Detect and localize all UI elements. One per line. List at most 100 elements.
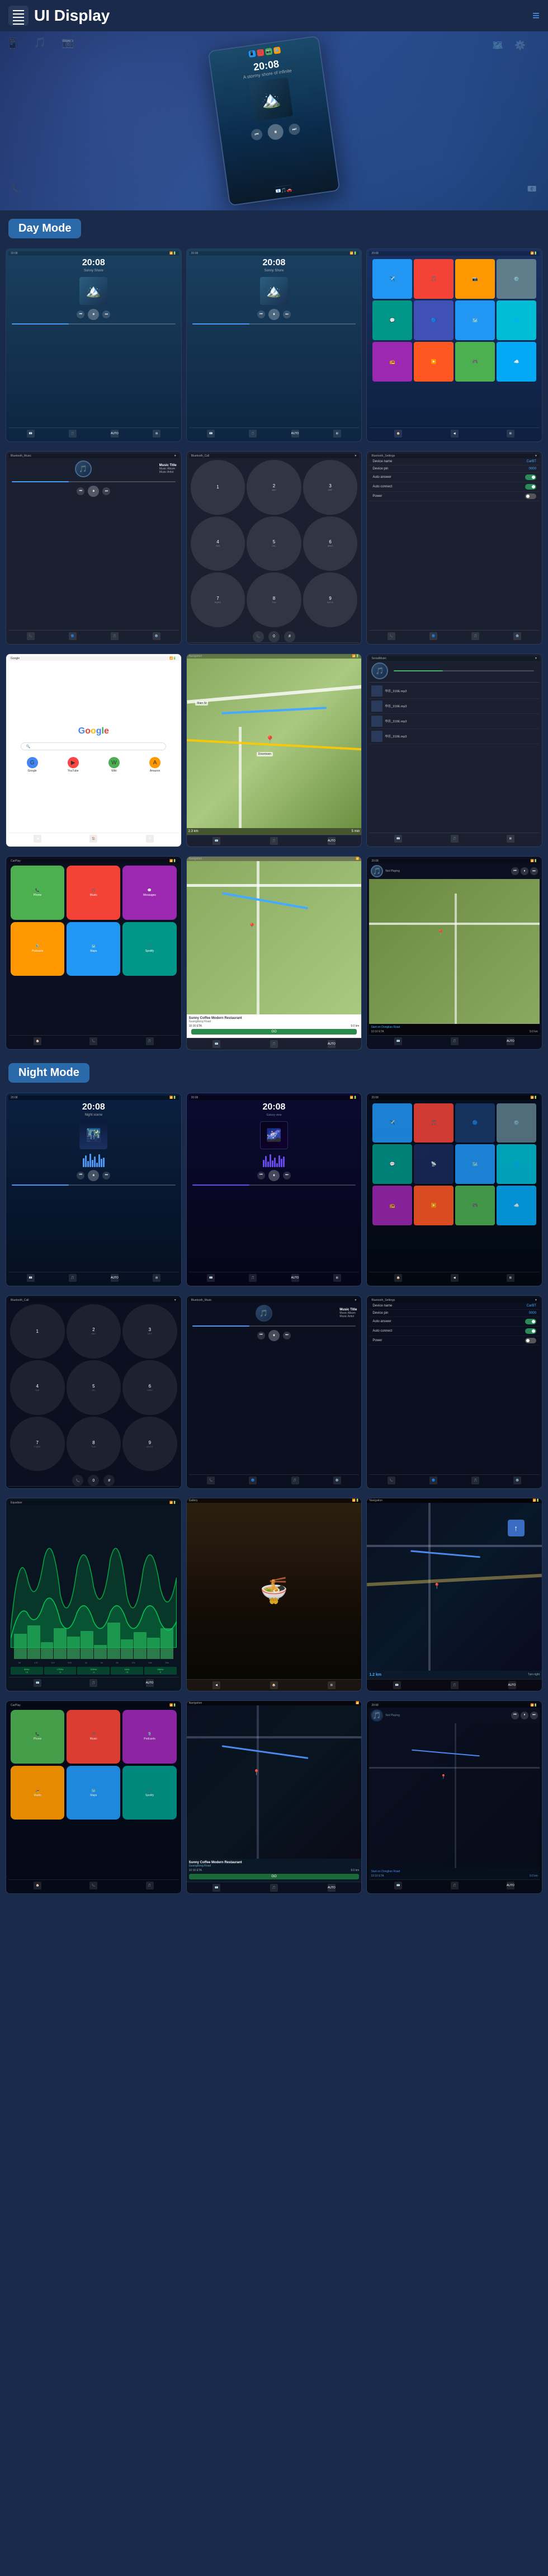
app-music[interactable]: 🎵 xyxy=(414,259,453,299)
apps-nav-back[interactable]: ◀ xyxy=(451,430,459,438)
quick-link-3[interactable]: W Wiki xyxy=(95,757,133,773)
map-dir-nav-1[interactable]: 📧 xyxy=(212,1040,220,1048)
night-app-radio[interactable]: 📻 xyxy=(372,1186,412,1225)
carplay-spotify[interactable]: 🎵Spotify xyxy=(122,922,176,976)
social-item-3[interactable]: 华乐_319E.mp3 xyxy=(369,714,540,729)
eq-nav-1[interactable]: 📧 xyxy=(34,1679,41,1687)
bt-nav-4[interactable]: ⚙️ xyxy=(153,632,160,640)
night-bt-play[interactable]: ⏸ xyxy=(268,1330,280,1341)
night-nav-apps-2[interactable]: ⊞ xyxy=(333,1274,341,1282)
app-nav[interactable]: 🗺️ xyxy=(455,300,495,340)
night-numpad-9[interactable]: 9WXYZ xyxy=(122,1417,177,1472)
app-youtube[interactable]: ▶️ xyxy=(414,342,453,382)
night-bt-nav-2[interactable]: 🔵 xyxy=(249,1477,257,1484)
day-nav-auto-2[interactable]: AUTO xyxy=(291,430,299,438)
app-games[interactable]: 🎮 xyxy=(455,342,495,382)
carplay-phone[interactable]: 📞Phone xyxy=(11,866,64,919)
night-app-bt2[interactable]: 📡 xyxy=(414,1144,453,1184)
music-map-play[interactable]: ⏸ xyxy=(521,867,528,875)
numpad-hash[interactable]: # xyxy=(284,631,295,642)
map-dir-nav-3[interactable]: AUTO xyxy=(328,1040,336,1048)
music-map-nav-1[interactable]: 📧 xyxy=(394,1037,402,1045)
numpad-9[interactable]: 9WXYZ xyxy=(303,572,358,627)
night-prev-2[interactable]: ⏮ xyxy=(257,1172,265,1179)
night-apps-nav-3[interactable]: ⊞ xyxy=(507,1274,514,1282)
night-play-1[interactable]: ⏸ xyxy=(88,1170,99,1181)
night-carplay-podcasts[interactable]: 🎙️Podcasts xyxy=(122,1710,176,1764)
day-nav-music-1[interactable]: 🎵 xyxy=(69,430,77,438)
night-nav-auto-2[interactable]: AUTO xyxy=(291,1274,299,1282)
food-nav-2[interactable]: 🏠 xyxy=(270,1681,278,1689)
bt-music-prev[interactable]: ⏮ xyxy=(77,487,84,495)
night-nav-email-2[interactable]: 📧 xyxy=(207,1274,215,1282)
app-web[interactable]: 🌐 xyxy=(497,300,536,340)
bt-nav-3[interactable]: 🎵 xyxy=(111,632,119,640)
night-music-map-play[interactable]: ⏸ xyxy=(521,1712,528,1719)
night-carplay-spotify[interactable]: 🎵Spotify xyxy=(122,1766,176,1820)
eq-band-1[interactable]: 60Hz+2 xyxy=(11,1667,43,1675)
night-cp-nav-1[interactable]: 🏠 xyxy=(34,1882,41,1889)
numpad-3[interactable]: 3DEF xyxy=(303,460,358,515)
map-nav-3[interactable]: AUTO xyxy=(328,837,336,845)
music-map-next[interactable]: ⏭ xyxy=(530,867,538,875)
music-map-nav-3[interactable]: AUTO xyxy=(507,1037,514,1045)
eq-band-2[interactable]: 170Hz0 xyxy=(44,1667,77,1675)
night-nav-nav-1[interactable]: 📧 xyxy=(393,1681,401,1689)
day-nav-auto-1[interactable]: AUTO xyxy=(111,430,119,438)
bt-settings-nav-3[interactable]: 🎵 xyxy=(471,632,479,640)
hero-play-button[interactable]: ⏸ xyxy=(267,123,285,141)
day-nav-apps-2[interactable]: ⊞ xyxy=(333,430,341,438)
numpad-8[interactable]: 8TUV xyxy=(247,572,301,627)
night-music-map-nav-2[interactable]: 🎵 xyxy=(451,1882,459,1889)
night-app-nav[interactable]: 🗺️ xyxy=(455,1144,495,1184)
app-telegram[interactable]: ✈️ xyxy=(372,259,412,299)
night-numpad-0[interactable]: 0 xyxy=(88,1475,99,1486)
bt-music-next[interactable]: ⏭ xyxy=(102,487,110,495)
quick-link-4[interactable]: A Amazon xyxy=(135,757,174,773)
map-dir-nav-2[interactable]: 🎵 xyxy=(270,1040,278,1048)
social-nav-2[interactable]: 🎵 xyxy=(451,835,459,843)
hero-next-button[interactable]: ⏭ xyxy=(288,123,301,136)
google-nav-1[interactable]: ◀ xyxy=(34,835,41,843)
night-numpad-6[interactable]: 6MNO xyxy=(122,1360,177,1415)
app-photos[interactable]: 📷 xyxy=(455,259,495,299)
night-app-wechat[interactable]: 💬 xyxy=(372,1144,412,1184)
quick-link-2[interactable]: ▶ YouTube xyxy=(54,757,92,773)
bt-music-play[interactable]: ⏸ xyxy=(88,486,99,497)
bt-nav-2[interactable]: 🔵 xyxy=(69,632,77,640)
night-nav-nav-2[interactable]: 🎵 xyxy=(451,1681,459,1689)
night-cp-nav-2[interactable]: 📞 xyxy=(89,1882,97,1889)
music-map-prev[interactable]: ⏮ xyxy=(511,867,519,875)
apps-nav-menu[interactable]: ⊞ xyxy=(507,430,514,438)
night-nav-auto-1[interactable]: AUTO xyxy=(111,1274,119,1282)
carplay-music[interactable]: 🎵Music xyxy=(67,866,120,919)
quick-link-1[interactable]: G Google xyxy=(13,757,51,773)
call-btn[interactable]: 📞 xyxy=(253,631,264,642)
carplay-nav-3[interactable]: 🎵 xyxy=(146,1037,154,1045)
night-apps-nav-1[interactable]: 🏠 xyxy=(394,1274,402,1282)
numpad-6[interactable]: 6MNO xyxy=(303,516,358,571)
night-next-1[interactable]: ⏭ xyxy=(102,1172,110,1179)
bt-settings-nav-4[interactable]: ⚙️ xyxy=(513,632,521,640)
night-bt-power-toggle[interactable] xyxy=(525,1338,536,1343)
night-carplay-radio[interactable]: 📻Radio xyxy=(11,1766,64,1820)
night-nav-apps-1[interactable]: ⊞ xyxy=(153,1274,160,1282)
night-bt-prev[interactable]: ⏮ xyxy=(257,1332,265,1339)
social-item-1[interactable]: 华乐_319E.mp3 xyxy=(369,684,540,699)
social-item-2[interactable]: 华乐_319E.mp3 xyxy=(369,699,540,714)
night-call-btn[interactable]: 📞 xyxy=(72,1475,83,1486)
night-numpad-5[interactable]: 5JKL xyxy=(67,1360,121,1415)
night-bt-auto-answer-toggle[interactable] xyxy=(525,1319,536,1324)
night-prev-1[interactable]: ⏮ xyxy=(77,1172,84,1179)
bt-auto-connect-toggle[interactable] xyxy=(525,484,536,490)
numpad-2[interactable]: 2ABC xyxy=(247,460,301,515)
carplay-nav-1[interactable]: 🏠 xyxy=(34,1037,41,1045)
night-next-2[interactable]: ⏭ xyxy=(283,1172,291,1179)
night-app-settings[interactable]: ⚙️ xyxy=(497,1103,536,1143)
bt-nav-1[interactable]: 📞 xyxy=(27,632,35,640)
eq-band-3[interactable]: 310Hz-1 xyxy=(77,1667,110,1675)
night-numpad-1[interactable]: 1 xyxy=(10,1304,65,1359)
night-numpad-hash[interactable]: # xyxy=(103,1475,115,1486)
night-bt-settings-nav-1[interactable]: 📞 xyxy=(388,1477,395,1484)
night-music-map-nav-3[interactable]: AUTO xyxy=(507,1882,514,1889)
